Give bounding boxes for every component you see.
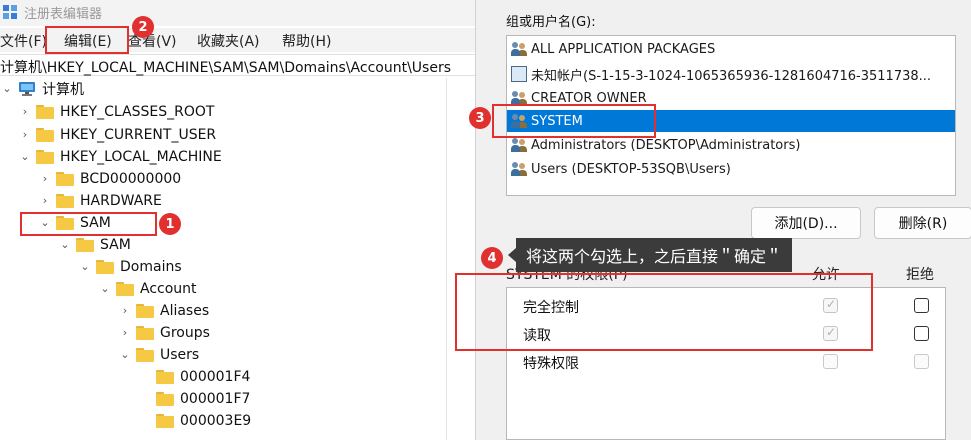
- tree-node-label: Domains: [120, 259, 182, 275]
- tree-node-aliases[interactable]: › Aliases: [118, 300, 209, 322]
- tree-node-computer[interactable]: ⌄ 计算机: [0, 78, 84, 100]
- tree-node-label: 000003E9: [180, 413, 252, 429]
- chevron-right-icon[interactable]: ›: [18, 128, 32, 142]
- folder-icon: [136, 304, 154, 318]
- annotation-box-system: [492, 104, 656, 138]
- tree-node-user-key[interactable]: 000001F4: [156, 366, 250, 388]
- tree-node-label: HARDWARE: [80, 193, 162, 209]
- tree-node-groups[interactable]: › Groups: [118, 322, 210, 344]
- tree-node-label: HKEY_LOCAL_MACHINE: [60, 149, 222, 165]
- folder-icon: [56, 194, 74, 208]
- chevron-down-icon[interactable]: ⌄: [118, 348, 132, 362]
- regedit-app-icon: [3, 5, 17, 19]
- tree-node-users[interactable]: ⌄ Users: [118, 344, 199, 366]
- user-name: Administrators (DESKTOP\Administrators): [531, 137, 801, 153]
- tree-node-label: Aliases: [160, 303, 210, 319]
- tree-node-label: 000001F7: [180, 391, 251, 407]
- computer-icon: [19, 82, 35, 96]
- special-deny-checkbox: [914, 354, 929, 369]
- annotation-box-sam: [20, 212, 157, 236]
- tree-node-label: Groups: [160, 325, 210, 341]
- tree-node-hklm[interactable]: ⌄ HKEY_LOCAL_MACHINE: [18, 146, 222, 168]
- folder-icon: [36, 128, 54, 142]
- folder-icon: [136, 326, 154, 340]
- tree-node-hkcr[interactable]: › HKEY_CLASSES_ROOT: [18, 101, 215, 123]
- read-deny-checkbox[interactable]: [914, 326, 929, 341]
- tree-node-sam-sam[interactable]: ⌄ SAM: [58, 234, 131, 256]
- special-allow-checkbox: [823, 354, 838, 369]
- users-group-icon: [511, 137, 527, 153]
- unknown-account-icon: [511, 66, 527, 82]
- folder-icon: [76, 238, 94, 252]
- annotation-badge-2: 2: [132, 16, 154, 38]
- full-control-deny-checkbox[interactable]: [914, 298, 929, 313]
- user-name: Users (DESKTOP-53SQB\Users): [531, 161, 731, 177]
- tree-node-domains[interactable]: ⌄ Domains: [78, 256, 182, 278]
- chevron-right-icon[interactable]: ›: [118, 304, 132, 318]
- annotation-box-edit-menu: [45, 26, 129, 54]
- tree-node-label: HKEY_CLASSES_ROOT: [60, 104, 215, 120]
- address-path: 计算机\HKEY_LOCAL_MACHINE\SAM\SAM\Domains\A…: [0, 60, 451, 76]
- user-row[interactable]: 未知帐户(S-1-15-3-1024-1065365936-1281604716…: [511, 63, 931, 85]
- tree-node-hardware[interactable]: › HARDWARE: [38, 190, 162, 212]
- tree-node-account[interactable]: ⌄ Account: [98, 278, 197, 300]
- folder-icon: [56, 172, 74, 186]
- title-bar: 注册表编辑器: [0, 0, 475, 26]
- tree-node-label: BCD00000000: [80, 171, 182, 187]
- permissions-dialog: 组或用户名(G): ALL APPLICATION PACKAGES 未知帐户(…: [475, 0, 971, 440]
- tree-node-user-key[interactable]: 000003E9: [156, 410, 251, 432]
- tree-node-label: Users: [160, 347, 200, 363]
- chevron-down-icon[interactable]: ⌄: [98, 282, 112, 296]
- window-title: 注册表编辑器: [24, 7, 103, 22]
- user-row[interactable]: ALL APPLICATION PACKAGES: [511, 38, 715, 60]
- folder-icon: [96, 260, 114, 274]
- folder-icon: [136, 348, 154, 362]
- chevron-down-icon[interactable]: ⌄: [18, 150, 32, 164]
- chevron-right-icon[interactable]: ›: [38, 172, 52, 186]
- tree-node-hkcu[interactable]: › HKEY_CURRENT_USER: [18, 124, 216, 146]
- chevron-right-icon[interactable]: ›: [118, 326, 132, 340]
- chevron-down-icon[interactable]: ⌄: [78, 260, 92, 274]
- folder-icon: [116, 282, 134, 296]
- menu-help[interactable]: 帮助(H): [282, 31, 331, 51]
- chevron-right-icon[interactable]: ›: [38, 194, 52, 208]
- menu-file[interactable]: 文件(F): [0, 31, 47, 51]
- deny-column-header: 拒绝: [906, 267, 934, 283]
- tree-node-user-key[interactable]: 000001F7: [156, 388, 250, 410]
- user-name: ALL APPLICATION PACKAGES: [531, 41, 716, 57]
- chevron-right-icon[interactable]: ›: [18, 105, 32, 119]
- folder-icon: [156, 414, 174, 428]
- tree-node-bcd[interactable]: › BCD00000000: [38, 168, 181, 190]
- address-bar[interactable]: 计算机\HKEY_LOCAL_MACHINE\SAM\SAM\Domains\A…: [0, 54, 475, 76]
- tree-splitter[interactable]: [446, 78, 447, 440]
- folder-icon: [36, 105, 54, 119]
- users-group-icon: [511, 41, 527, 57]
- tree-node-label: Account: [140, 281, 197, 297]
- permission-special-label: 特殊权限: [523, 356, 579, 372]
- folder-icon: [36, 150, 54, 164]
- chevron-down-icon[interactable]: ⌄: [0, 82, 14, 96]
- annotation-box-permissions: [455, 273, 873, 351]
- tree-node-label: HKEY_CURRENT_USER: [60, 127, 217, 143]
- chevron-down-icon[interactable]: ⌄: [58, 238, 72, 252]
- group-or-user-label: 组或用户名(G):: [506, 15, 596, 30]
- user-row[interactable]: Users (DESKTOP-53SQB\Users): [511, 158, 731, 180]
- registry-tree: ⌄ 计算机 › HKEY_CLASSES_ROOT › HKEY_CURRENT…: [0, 78, 475, 440]
- add-button[interactable]: 添加(D)...: [751, 207, 861, 239]
- tree-node-label: SAM: [100, 237, 131, 253]
- remove-button[interactable]: 删除(R): [874, 207, 971, 239]
- folder-icon: [156, 392, 174, 406]
- tree-node-label: 000001F4: [180, 369, 251, 385]
- tree-node-label: 计算机: [42, 82, 84, 98]
- annotation-badge-1: 1: [159, 213, 181, 235]
- annotation-badge-4: 4: [481, 247, 503, 269]
- annotation-badge-3: 3: [469, 107, 491, 129]
- user-name: 未知帐户(S-1-15-3-1024-1065365936-1281604716…: [531, 68, 932, 84]
- folder-icon: [156, 370, 174, 384]
- users-group-icon: [511, 161, 527, 177]
- menu-favorites[interactable]: 收藏夹(A): [197, 31, 260, 51]
- annotation-tooltip: 将这两个勾选上，之后直接＂确定＂: [507, 238, 793, 272]
